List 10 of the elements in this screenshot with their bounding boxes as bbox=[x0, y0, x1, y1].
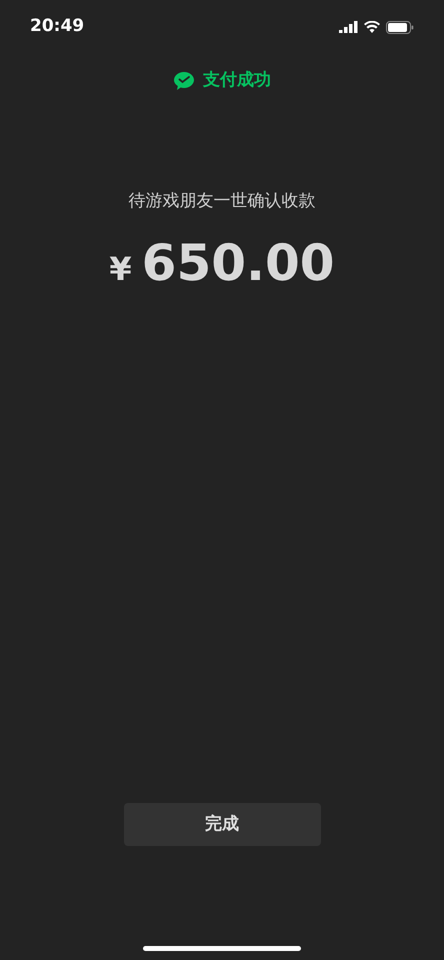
signal-icon bbox=[339, 21, 358, 33]
payment-amount: 650.00 bbox=[142, 233, 335, 294]
payment-message: 待游戏朋友一世确认收款 bbox=[128, 190, 316, 212]
status-time: 20:49 bbox=[30, 15, 84, 38]
currency-symbol: ¥ bbox=[109, 249, 132, 290]
battery-icon bbox=[386, 20, 414, 34]
wifi-icon bbox=[364, 21, 380, 33]
done-button[interactable]: 完成 bbox=[124, 803, 320, 846]
success-title: 支付成功 bbox=[203, 69, 271, 92]
payment-chat-icon bbox=[173, 70, 195, 91]
